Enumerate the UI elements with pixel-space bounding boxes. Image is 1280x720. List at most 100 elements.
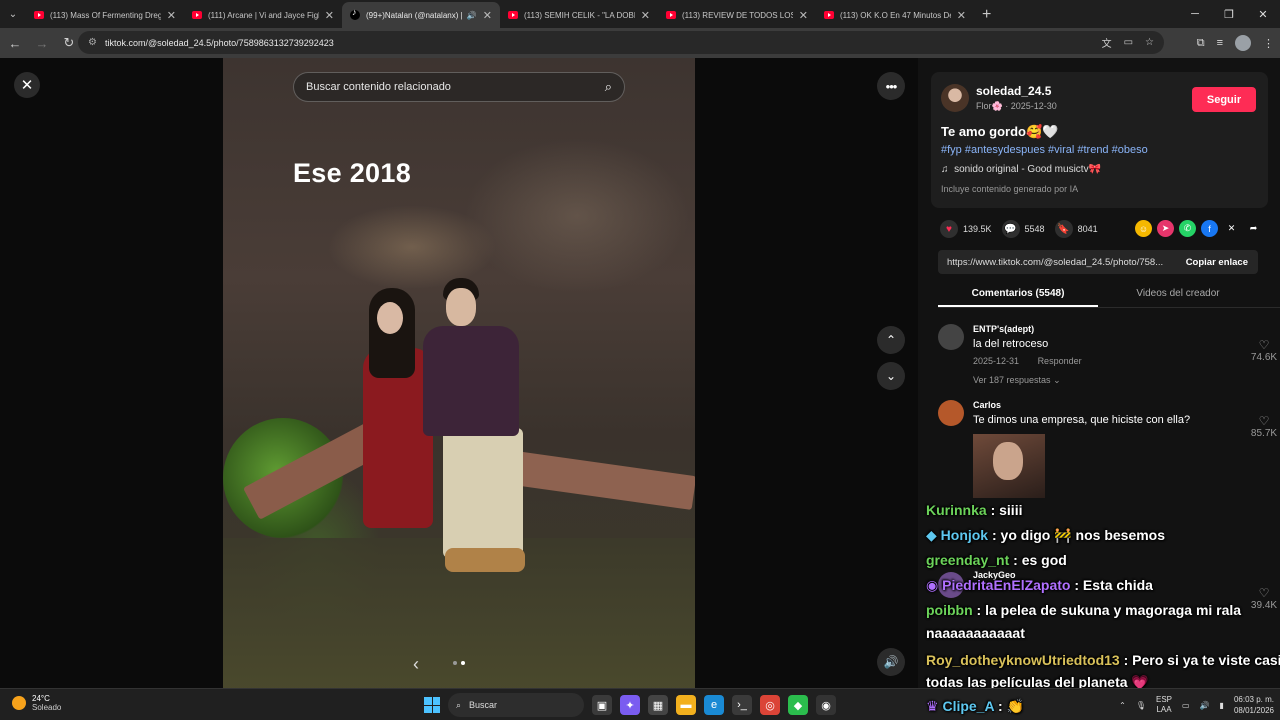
minimize-icon[interactable]: ─ [1178, 0, 1212, 28]
tab-search-button[interactable]: ⌄ [0, 0, 26, 28]
post-hashtags[interactable]: #fyp #antesydespues #viral #trend #obeso [941, 144, 1148, 156]
address-bar[interactable]: ⚙ tiktok.com/@soledad_24.5/photo/7589863… [78, 31, 1164, 54]
chrome-icon[interactable]: ◎ [760, 695, 780, 715]
file-explorer-icon[interactable]: ▬ [676, 695, 696, 715]
terminal-icon[interactable]: ›_ [732, 695, 752, 715]
back-button[interactable]: ← [3, 31, 27, 55]
profile-avatar[interactable] [1235, 35, 1251, 51]
chat-message: ♛ Clipe_A : 👏 [926, 698, 1024, 715]
forward-button[interactable]: → [30, 31, 54, 55]
temperature: 24°C [32, 694, 50, 703]
commenter-name[interactable]: Carlos [973, 400, 1001, 410]
close-icon[interactable]: ✕ [957, 9, 966, 22]
commenter-avatar[interactable] [938, 324, 964, 350]
creator-username[interactable]: soledad_24.5 [976, 84, 1051, 98]
maximize-icon[interactable]: ❐ [1212, 0, 1246, 28]
previous-post-button[interactable]: ⌃ [877, 326, 905, 354]
tray-overflow-icon[interactable]: ⌃ [1119, 701, 1126, 710]
previous-slide-icon[interactable]: ‹ [413, 654, 419, 675]
tab-creator-videos[interactable]: Videos del creador [1098, 280, 1258, 307]
tab-2-active[interactable]: (99+)Natalan (@natalanx) | 🔊 ✕ [342, 2, 500, 28]
volume-button[interactable]: 🔊 [877, 648, 905, 676]
like-stat[interactable]: ♥ 139.5K [940, 220, 992, 238]
creator-avatar[interactable] [941, 84, 969, 112]
comment-like[interactable]: ♡ 39.4K [1244, 586, 1280, 611]
bookmark-icon[interactable]: 🔖 [1054, 220, 1073, 238]
translate-icon[interactable]: 文 [1102, 35, 1112, 50]
taskbar-search-label: Buscar [469, 700, 498, 710]
search-icon[interactable]: ⌕ [605, 79, 612, 95]
share-buttons: ☺ ➤ ✆ f ✕ ➦ [1135, 220, 1262, 237]
bookmark-star-icon[interactable]: ☆ [1145, 37, 1154, 48]
comment-like[interactable]: ♡ 74.6K [1244, 338, 1280, 363]
extensions-icon[interactable]: ⧉ [1197, 37, 1205, 50]
facebook-icon[interactable]: f [1201, 220, 1218, 237]
save-stat[interactable]: 🔖 8041 [1054, 220, 1098, 238]
comment-stat[interactable]: 💬 5548 [1001, 220, 1045, 238]
media-icon[interactable]: ≡ [1217, 37, 1223, 49]
follow-button[interactable]: Seguir [1192, 87, 1256, 112]
comment-gif-image[interactable] [973, 434, 1045, 498]
whatsapp-icon[interactable]: ✆ [1179, 220, 1196, 237]
tab-3[interactable]: (113) SEMIH CELIK - "LA DOBLE ✕ [500, 2, 658, 28]
comment-like[interactable]: ♡ 85.7K [1244, 414, 1280, 439]
close-icon[interactable]: ✕ [799, 9, 808, 22]
slide-dot[interactable] [453, 661, 457, 665]
send-icon[interactable]: ➤ [1157, 220, 1174, 237]
new-tab-button[interactable]: + [982, 2, 991, 28]
heart-outline-icon[interactable]: ♡ [1244, 338, 1280, 352]
store-icon[interactable]: ▦ [648, 695, 668, 715]
close-window-icon[interactable]: ✕ [1246, 0, 1280, 28]
volume-icon[interactable]: 🔊 [1200, 701, 1210, 710]
post-sound[interactable]: ♫ sonido original - Good musictv🎀 [941, 164, 1101, 175]
clock[interactable]: 06:03 p. m. 08/01/2026 [1234, 694, 1274, 716]
weather-widget[interactable]: 24°C Soleado [12, 694, 61, 712]
view-replies-button[interactable]: Ver 187 respuestas ⌄ [973, 375, 1061, 386]
heart-outline-icon[interactable]: ♡ [1244, 414, 1280, 428]
network-icon[interactable]: ▭ [1182, 701, 1190, 710]
edge-icon[interactable]: e [704, 695, 724, 715]
taskbar-search[interactable]: ⌕ Buscar [448, 693, 584, 717]
close-viewer-button[interactable]: ✕ [14, 72, 40, 98]
cast-icon[interactable]: ▭ [1124, 37, 1133, 48]
browser-menu-icon[interactable]: ⋮ [1263, 37, 1274, 50]
heart-icon[interactable]: ♥ [940, 220, 958, 238]
windows-start-icon[interactable] [424, 697, 440, 713]
copilot-icon[interactable]: ✦ [620, 695, 640, 715]
close-icon[interactable]: ✕ [325, 9, 334, 22]
post-link[interactable]: https://www.tiktok.com/@soledad_24.5/pho… [938, 257, 1176, 268]
copy-link-button[interactable]: Copiar enlace [1176, 257, 1258, 268]
chat-username: PiedritaEnElZapato [942, 577, 1071, 593]
tab-1[interactable]: (111) Arcane | Vi and Jayce Figh ✕ [184, 2, 342, 28]
chat-text: : Esta chida [1070, 577, 1153, 593]
language-indicator[interactable]: ESP LAA [1156, 695, 1172, 715]
more-options-button[interactable]: ••• [877, 72, 905, 100]
post-photo[interactable]: Buscar contenido relacionado ⌕ Ese 2018 … [223, 58, 695, 688]
microphone-icon[interactable]: 🎙 [1136, 701, 1146, 710]
chat-message: ◉ PiedritaEnElZapato : Esta chida [926, 577, 1153, 594]
close-icon[interactable]: ✕ [483, 9, 492, 22]
embed-icon[interactable]: ☺ [1135, 220, 1152, 237]
obs-icon[interactable]: ◉ [816, 695, 836, 715]
tab-5[interactable]: (113) OK K.O En 47 Minutos De ✕ [816, 2, 974, 28]
related-search-box[interactable]: Buscar contenido relacionado ⌕ [293, 72, 625, 102]
site-info-icon[interactable]: ⚙ [88, 37, 97, 48]
comment-icon[interactable]: 💬 [1001, 220, 1020, 238]
tab-4[interactable]: (113) REVIEW DE TODOS LOS M ✕ [658, 2, 816, 28]
slide-dot-active[interactable] [461, 661, 465, 665]
app-icon[interactable]: ◆ [788, 695, 808, 715]
speaker-icon[interactable]: 🔊 [467, 11, 477, 20]
x-icon[interactable]: ✕ [1223, 220, 1240, 237]
battery-icon[interactable]: ▮ [1220, 701, 1224, 710]
next-post-button[interactable]: ⌄ [877, 362, 905, 390]
close-icon[interactable]: ✕ [167, 9, 176, 22]
close-icon[interactable]: ✕ [641, 9, 650, 22]
reply-button[interactable]: Responder [1038, 356, 1082, 366]
commenter-name[interactable]: ENTP's(adept) [973, 324, 1034, 334]
commenter-avatar[interactable] [938, 400, 964, 426]
tab-0[interactable]: (113) Mass Of Fermenting Dreg ✕ [26, 2, 184, 28]
tab-comments[interactable]: Comentarios (5548) [938, 280, 1098, 307]
share-arrow-icon[interactable]: ➦ [1245, 220, 1262, 237]
task-view-icon[interactable]: ▣ [592, 695, 612, 715]
heart-outline-icon[interactable]: ♡ [1244, 586, 1280, 600]
